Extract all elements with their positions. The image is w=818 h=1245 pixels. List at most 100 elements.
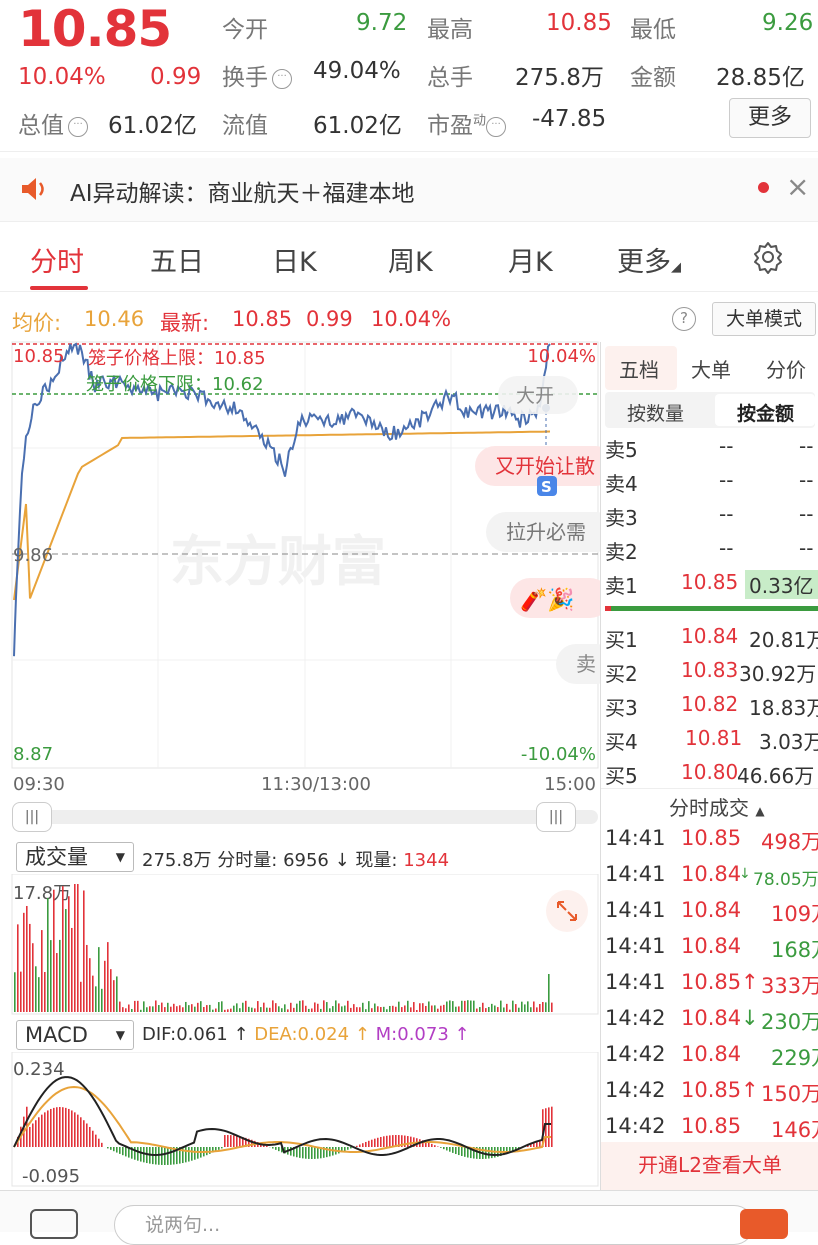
macd-bar xyxy=(374,1139,376,1147)
more-button[interactable]: 更多 xyxy=(729,98,811,138)
info-dots-icon[interactable]: ··· xyxy=(68,117,88,137)
big-order-mode-button[interactable]: 大单模式 xyxy=(712,302,816,336)
mktcap-label[interactable]: 总值··· xyxy=(18,106,88,140)
tab-weekly-k[interactable]: 周K xyxy=(388,240,433,279)
trade-row: 14:4110.85498万 xyxy=(601,824,818,860)
volume-bar xyxy=(437,1009,439,1012)
macd-bar xyxy=(380,1137,382,1147)
macd-bar xyxy=(164,1147,166,1165)
volume-bar xyxy=(539,1004,541,1012)
help-icon[interactable]: ? xyxy=(672,307,696,331)
volume-bar xyxy=(509,1010,511,1012)
volume-bar xyxy=(530,1007,532,1012)
tab-price-dist[interactable]: 分价 xyxy=(766,354,806,383)
volume-bar xyxy=(413,1002,415,1012)
volume-bar xyxy=(281,1008,283,1012)
time-range-track[interactable] xyxy=(12,810,598,824)
intraday-price-chart[interactable]: 东方财富 10.85 9.86 8.87 10.04% -10.04% 笼子价格… xyxy=(0,340,600,800)
trade-row: 14:4110.84168万 xyxy=(601,932,818,968)
macd-bar xyxy=(365,1142,367,1147)
volume-bar xyxy=(527,1001,529,1012)
volume-chart[interactable]: 17.8万 xyxy=(0,874,600,1016)
volume-bar xyxy=(512,1001,514,1012)
volume-bar xyxy=(266,1008,268,1012)
volume-bar xyxy=(17,924,19,1012)
amount-value: 28.85亿 xyxy=(716,58,805,92)
macd-bar xyxy=(305,1147,307,1159)
macd-bar xyxy=(71,1110,73,1147)
macd-bar xyxy=(119,1147,121,1154)
latest-value: 10.85 xyxy=(232,307,292,331)
macd-bar xyxy=(134,1147,136,1160)
subtab-by-quantity[interactable]: 按数量 xyxy=(627,399,684,426)
volume-bar xyxy=(242,1003,244,1012)
volume-bar xyxy=(425,1006,427,1012)
volume-bar xyxy=(488,1007,490,1012)
quote-header: 10.85 10.04% 0.99 总值··· 61.02亿 今开 9.72 换… xyxy=(0,0,818,152)
volume-bar xyxy=(365,1009,367,1012)
tab-five-level[interactable]: 五档 xyxy=(619,354,659,383)
macd-bar xyxy=(446,1147,448,1150)
volume-bar xyxy=(299,1001,301,1012)
volume-bar xyxy=(461,1001,463,1012)
macd-bar xyxy=(368,1141,370,1147)
volume-bar xyxy=(170,1007,172,1012)
volume-bar xyxy=(476,1009,478,1012)
pe-value: -47.85 xyxy=(532,106,606,132)
bid-bar xyxy=(605,606,611,611)
volume-bar xyxy=(137,1001,139,1012)
volume-indicator-select[interactable]: 成交量▼ xyxy=(16,842,134,872)
latest-change: 0.99 xyxy=(306,307,353,331)
comment-icon[interactable] xyxy=(30,1209,78,1239)
volume-value: 275.8万 xyxy=(515,58,604,92)
open-l2-button[interactable]: 开通L2查看大单 xyxy=(601,1142,818,1190)
bid-row-1: 买110.8420.81万 xyxy=(601,622,818,655)
pe-label[interactable]: 市盈动··· xyxy=(427,106,506,140)
volume-bar xyxy=(107,942,109,1012)
tab-more[interactable]: 更多◢ xyxy=(617,240,681,279)
trades-header[interactable]: 分时成交 ▲ xyxy=(669,792,765,821)
tab-intraday[interactable]: 分时 xyxy=(30,240,84,279)
macd-bar xyxy=(44,1112,46,1147)
volume-bar xyxy=(500,1001,502,1012)
info-dots-icon[interactable]: ··· xyxy=(272,69,292,89)
ask-row-1: 卖110.850.33亿 xyxy=(601,568,818,601)
macd-bar xyxy=(116,1147,118,1153)
macd-bar xyxy=(86,1123,88,1147)
volume-bar xyxy=(95,986,97,1012)
app-badge-icon[interactable] xyxy=(740,1209,788,1239)
info-dots-icon[interactable]: ··· xyxy=(486,117,506,137)
ask-row-3: 卖3---- xyxy=(601,500,818,533)
comment-input[interactable]: 说两句... xyxy=(114,1205,754,1245)
volume-bar xyxy=(20,972,22,1012)
tab-daily-k[interactable]: 日K xyxy=(272,240,317,279)
close-icon[interactable]: × xyxy=(786,170,809,203)
avg-value: 10.46 xyxy=(84,307,144,331)
settings-gear-icon[interactable] xyxy=(751,240,785,274)
volume-bar xyxy=(410,1007,412,1012)
volume-bar xyxy=(494,1006,496,1012)
tab-monthly-k[interactable]: 月K xyxy=(508,240,553,279)
macd-bar xyxy=(98,1139,100,1147)
macd-indicator-select[interactable]: MACD▼ xyxy=(16,1020,134,1050)
macd-bar xyxy=(35,1120,37,1147)
volume-bar xyxy=(452,1001,454,1012)
expand-button[interactable] xyxy=(546,890,588,932)
volume-bar xyxy=(206,1005,208,1012)
subtab-by-amount[interactable]: 按金额 xyxy=(737,399,794,426)
ai-news-bar[interactable]: AI异动解读：商业航天＋福建本地 × xyxy=(0,158,818,222)
volume-bar xyxy=(167,1003,169,1012)
range-handle-left[interactable]: ||| xyxy=(12,802,52,832)
tab-five-day[interactable]: 五日 xyxy=(150,240,204,279)
macd-chart[interactable]: 0.234 -0.095 xyxy=(0,1052,600,1188)
volume-bar xyxy=(83,890,85,1012)
macd-bar xyxy=(140,1147,142,1162)
volume-bar xyxy=(185,1002,187,1012)
volume-bar xyxy=(248,1007,250,1012)
macd-bar xyxy=(29,1127,31,1147)
tab-big-orders[interactable]: 大单 xyxy=(691,354,731,383)
volume-bar xyxy=(203,1007,205,1012)
range-handle-right[interactable]: ||| xyxy=(536,802,576,832)
bubble-sell-text: 卖 xyxy=(576,652,596,676)
turnover-label[interactable]: 换手··· xyxy=(222,58,292,92)
